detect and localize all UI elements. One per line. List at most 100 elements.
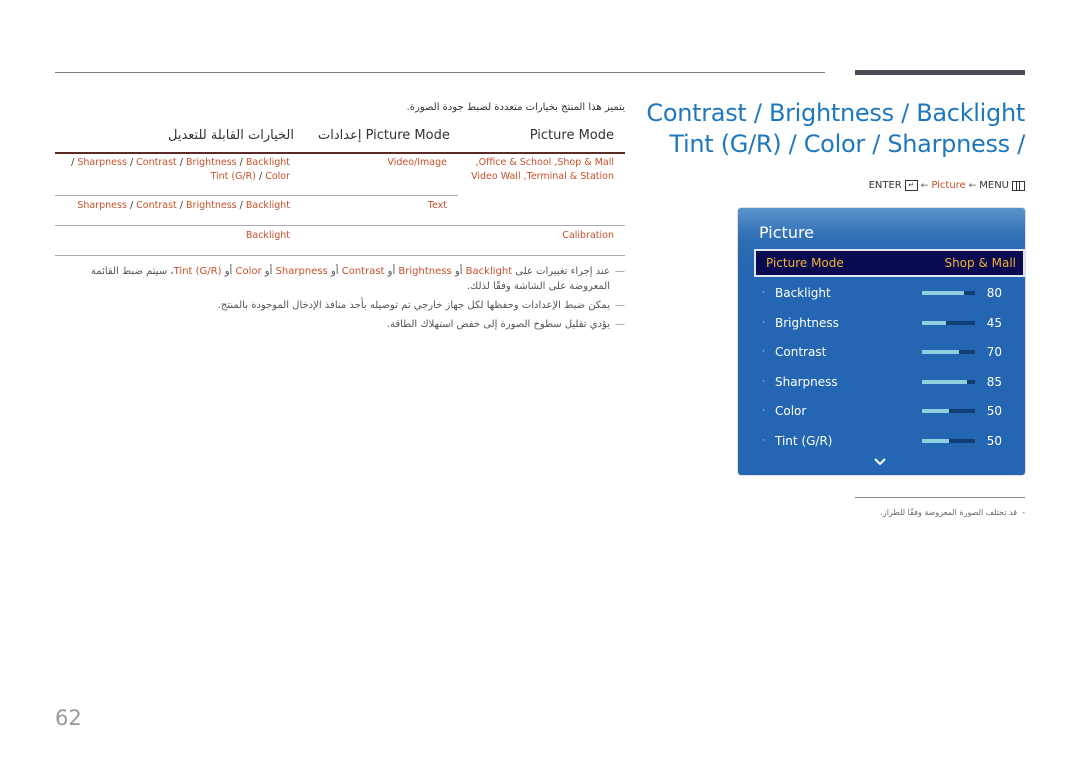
osd-slider[interactable] [922,320,975,325]
osd-slider-fill [922,350,960,354]
osd-item-value: 45 [986,315,1002,330]
table-cell-setting: Video/Image [387,157,447,168]
table-row-divider [55,195,458,196]
menu-icon [1012,180,1025,191]
section-marker-bar [855,70,1025,75]
note-text: يمكن ضبط الإعدادات وحفظها لكل جهاز خارجي… [217,300,610,311]
setting-name: Tint (G/R) [173,266,222,277]
option-name: Backlight [245,157,290,168]
option-name: Backlight [245,200,290,211]
breadcrumb-picture: Picture [931,180,966,191]
table-cell-options: Backlight [50,229,290,243]
setting-name: Contrast [341,266,385,277]
osd-item-contrast[interactable]: · Contrast 70 [762,342,1002,362]
bullet-icon: · [762,317,765,328]
bullet-icon: · [762,435,765,446]
breadcrumb: ENTER ↵ ← Picture ← MENU [869,180,1025,191]
osd-item-tint-g-r[interactable]: · Tint (G/R) 50 [762,431,1002,451]
note-dash-icon: — [615,319,625,330]
page-number: 62 [55,706,82,730]
osd-slider-fill [922,379,968,384]
osd-slider-fill [922,291,965,295]
table-header-divider [55,152,625,154]
osd-slider[interactable] [922,409,975,413]
enter-icon: ↵ [904,180,918,191]
osd-slider-fill [922,409,949,413]
table-row-divider [55,225,625,226]
bullet-icon: · [762,406,765,416]
separator: / [176,200,187,211]
option-name: Contrast [136,200,177,211]
osd-item-value: 70 [986,345,1002,359]
table-header-settings: إعدادات Picture Mode [318,128,450,143]
breadcrumb-menu: MENU [979,180,1009,191]
osd-slider[interactable] [922,291,975,295]
option-name: Brightness [186,200,237,211]
table-header-picture-mode: Picture Mode [529,128,614,143]
note-dash-icon: — [615,266,625,277]
separator: / [236,200,246,211]
title-line-2: Tint (G/R) / Color / Sharpness / [669,130,1025,158]
footnote-divider [855,497,1025,498]
table-header-options: الخيارات القابلة للتعديل [168,128,294,143]
setting-name: Backlight [465,266,513,277]
option-name: Backlight [245,230,290,241]
option-name: Brightness [186,157,237,168]
top-divider [55,72,825,73]
table-cell-options: Sharpness / Contrast / Brightness / Back… [50,199,290,213]
note-dash-icon: — [615,300,625,311]
note-text: يؤدي تقليل سطوح الصورة إلى خفض استهلاك ا… [386,319,610,330]
separator: / [126,200,137,211]
osd-item-color[interactable]: · Color 50 [762,401,1002,421]
table-row-divider [55,255,625,256]
option-name: Tint (G/R) [210,171,256,182]
separator: / [126,157,137,168]
note-text: عند إجراء تغييرات على Backlight أو Brigh… [90,266,610,292]
intro-text: يتميز هذا المنتج بخيارات متعددة لضبط جود… [406,102,625,113]
separator: / [255,171,266,182]
bullet-icon: · [762,347,765,357]
osd-item-label: Picture Mode [766,256,844,270]
option-name: Color [265,171,290,182]
osd-slider[interactable] [922,438,975,443]
note-item: — يمكن ضبط الإعدادات وحفظها لكل جهاز خار… [55,298,625,313]
note-item: — عند إجراء تغييرات على Backlight أو Bri… [55,264,625,294]
table-cell-setting: Text [427,200,447,211]
osd-slider[interactable] [922,350,975,354]
osd-item-picture-mode[interactable]: Picture Mode Shop & Mall [754,249,1025,277]
osd-slider-fill [922,320,946,325]
footnote-text: قد تختلف الصورة المعروضة وفقًا للطراز. [880,508,1018,517]
table-cell-options: / Sharpness / Contrast / Brightness / Ba… [50,156,290,184]
table-cell-mode: ,Office & School ,Shop & Mall Video Wall… [471,157,614,182]
osd-item-value: 50 [986,433,1002,448]
bullet-icon: - [1017,508,1025,517]
setting-name: Brightness [398,266,452,277]
separator: / [176,157,187,168]
note-item: — يؤدي تقليل سطوح الصورة إلى خفض استهلاك… [55,317,625,332]
separator: / [236,157,246,168]
osd-slider[interactable] [922,379,975,384]
title-line-1: Contrast / Brightness / Backlight [646,99,1025,127]
option-name: Contrast [136,157,177,168]
osd-item-sharpness[interactable]: · Sharpness 85 [762,372,1002,392]
picture-osd-panel: Picture Picture Mode Shop & Mall · Backli… [738,208,1025,475]
osd-item-value: 50 [986,404,1002,418]
setting-name: Color [235,266,262,277]
table-cell-mode: Calibration [562,230,614,241]
option-name: Sharpness [77,157,127,168]
arrow-left-icon: ← [920,180,929,191]
footnote: - قد تختلف الصورة المعروضة وفقًا للطراز. [880,508,1025,517]
arrow-left-icon: ← [968,180,977,191]
chevron-down-icon[interactable] [874,456,886,468]
setting-name: Sharpness [275,266,328,277]
bullet-icon: · [762,288,765,298]
osd-item-backlight[interactable]: · Backlight 80 [762,283,1002,303]
notes-list: — عند إجراء تغييرات على Backlight أو Bri… [55,264,625,336]
osd-item-value: Shop & Mall [944,256,1016,270]
bullet-icon: · [762,376,765,387]
osd-item-brightness[interactable]: · Brightness 45 [762,313,1002,333]
breadcrumb-enter: ENTER [868,180,902,191]
page-title: Contrast / Brightness / Backlight Tint (… [646,98,1025,160]
osd-title: Picture [759,223,815,242]
osd-item-value: 85 [986,374,1002,389]
